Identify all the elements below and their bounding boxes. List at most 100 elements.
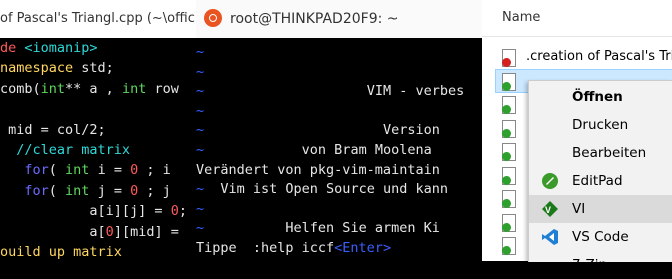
code-token: comb(: [0, 80, 41, 97]
vim-tilde: ~: [196, 220, 205, 237]
menu-item-label: VI: [572, 201, 586, 217]
vim-line: ~: [196, 201, 204, 217]
vim-line: ~ Version: [196, 122, 440, 138]
code-token: a[i][j] =: [0, 203, 171, 220]
menu-item-bearbeiten[interactable]: Bearbeiten: [529, 139, 672, 167]
editor-title: of Pascal's Triangl.cpp (~\offic: [0, 11, 195, 26]
code-editor-window[interactable]: of Pascal's Triangl.cpp (~\offic de <iom…: [0, 0, 196, 261]
code-line: de <iomanip>: [0, 38, 196, 58]
vim-tilde: ~: [196, 142, 205, 158]
vim-text: VIM - verbes: [204, 83, 465, 100]
terminal-titlebar[interactable]: root@THINKPAD20F9: ~: [196, 0, 482, 38]
check-overlay-icon: [502, 199, 511, 208]
menu-item--ffnen[interactable]: Öffnen: [529, 83, 672, 111]
code-area[interactable]: de <iomanip> namespace std; comb(int** a ,…: [0, 38, 196, 261]
column-header-name[interactable]: Name: [502, 10, 540, 25]
check-overlay-icon: [502, 81, 511, 91]
vim-tilde: ~: [196, 63, 205, 80]
menu-item-drucken[interactable]: Drucken: [529, 111, 672, 139]
ubuntu-icon: [204, 9, 222, 27]
editor-titlebar[interactable]: of Pascal's Triangl.cpp (~\offic: [0, 0, 196, 38]
code-token: row: [146, 80, 179, 97]
code-token: ** a ,: [65, 80, 122, 97]
code-token: ;: [178, 203, 187, 220]
check-overlay-icon: [502, 246, 511, 255]
menu-item-label: Bearbeiten: [572, 145, 647, 161]
header-divider: [482, 36, 672, 37]
code-line: ouild up matrix: [0, 242, 196, 261]
vim-line: ~ von Bram Moolena: [196, 142, 432, 158]
vim-tilde: ~: [196, 181, 205, 198]
code-line: mid = col/2;: [0, 120, 196, 140]
code-token: int: [40, 80, 66, 97]
vim-tilde: ~: [196, 83, 205, 100]
vim-icon: V: [541, 200, 559, 218]
code-token: for: [0, 162, 49, 179]
code-token: ouild up matrix: [0, 244, 122, 261]
menu-item-vs-code[interactable]: VS Code: [529, 223, 672, 251]
menu-item-label: Öffnen: [572, 89, 623, 105]
code-token: //clear matrix: [0, 142, 131, 159]
code-token: j =: [89, 182, 131, 199]
code-line: a[i][j] = 0;: [0, 201, 196, 221]
check-overlay-icon: [502, 152, 511, 161]
vim-tilde: ~: [196, 200, 205, 217]
file-name: .creation of Pascal's Trian: [526, 49, 672, 64]
vim-screen[interactable]: ~ ~ ~ VIM - verbes ~ ~ Version ~ von Bram Moo…: [196, 38, 482, 261]
menu-item-label: 7-Zip: [572, 257, 608, 273]
vim-line: ~: [196, 64, 204, 80]
code-token: de: [0, 40, 25, 56]
code-token: mid = col/2;: [0, 121, 106, 138]
code-token: (: [48, 162, 66, 179]
editpad-icon: [541, 172, 559, 190]
menu-item-vi[interactable]: V VI: [529, 195, 672, 223]
menu-item-label: Drucken: [572, 117, 629, 133]
menu-item-editpad[interactable]: EditPad: [529, 167, 672, 195]
file-row[interactable]: .creation of Pascal's Trian: [496, 46, 672, 68]
vim-text: Tippe :help iccf: [196, 240, 335, 256]
vim-text: Verändert von pkg-vim-maintain: [196, 161, 440, 178]
code-token: <iomanip>: [24, 40, 98, 56]
vim-text: Helfen Sie armen Ki: [204, 220, 440, 237]
code-token: ][mid] =: [113, 223, 179, 240]
check-overlay-icon: [502, 175, 511, 185]
menu-item-7-zip[interactable]: 7-Zip: [529, 251, 672, 279]
code-token: ; i: [138, 162, 171, 179]
code-token: 0: [105, 223, 114, 240]
code-line: namespace std;: [0, 58, 196, 78]
code-token: 0: [130, 162, 139, 179]
vim-tilde: ~: [196, 102, 205, 119]
code-token: for: [0, 182, 49, 199]
menu-item-label: VS Code: [572, 229, 629, 245]
vscode-icon: [541, 228, 559, 246]
terminal-window[interactable]: root@THINKPAD20F9: ~ ~ ~ ~ VIM - verbes ~ ~ …: [196, 0, 482, 261]
vim-line: ~ Vim ist Open Source und kann: [196, 181, 448, 197]
terminal-title: root@THINKPAD20F9: ~: [230, 11, 399, 27]
check-overlay-icon: [502, 105, 511, 114]
vim-text: von Bram Moolena: [204, 142, 432, 158]
svg-text:V: V: [545, 205, 551, 215]
code-token: (: [48, 182, 66, 199]
vim-tilde: ~: [196, 122, 205, 139]
code-line: //clear matrix: [0, 140, 196, 160]
menu-item-label: EditPad: [572, 173, 623, 189]
code-token: std;: [81, 60, 114, 77]
vim-text: Version: [204, 122, 440, 139]
vim-line: ~ Helfen Sie armen Ki: [196, 220, 440, 236]
code-token: a[: [0, 223, 106, 240]
code-token: 0: [170, 203, 179, 220]
code-token: int: [121, 80, 147, 97]
vim-line: ~: [196, 103, 204, 119]
check-overlay-icon: [502, 128, 511, 138]
error-overlay-icon: [502, 58, 511, 67]
vim-line: Tippe :help iccf<Enter>: [196, 240, 391, 256]
code-token: int: [65, 182, 90, 199]
code-token: ; j: [138, 182, 171, 199]
vim-line: Verändert von pkg-vim-maintain: [196, 162, 440, 178]
code-token: i =: [89, 162, 131, 179]
vim-line: ~ VIM - verbes: [196, 83, 464, 99]
code-token: namespace: [0, 60, 82, 77]
code-line: for( int j = 0 ; j: [0, 181, 196, 201]
code-token: 0: [130, 182, 139, 199]
